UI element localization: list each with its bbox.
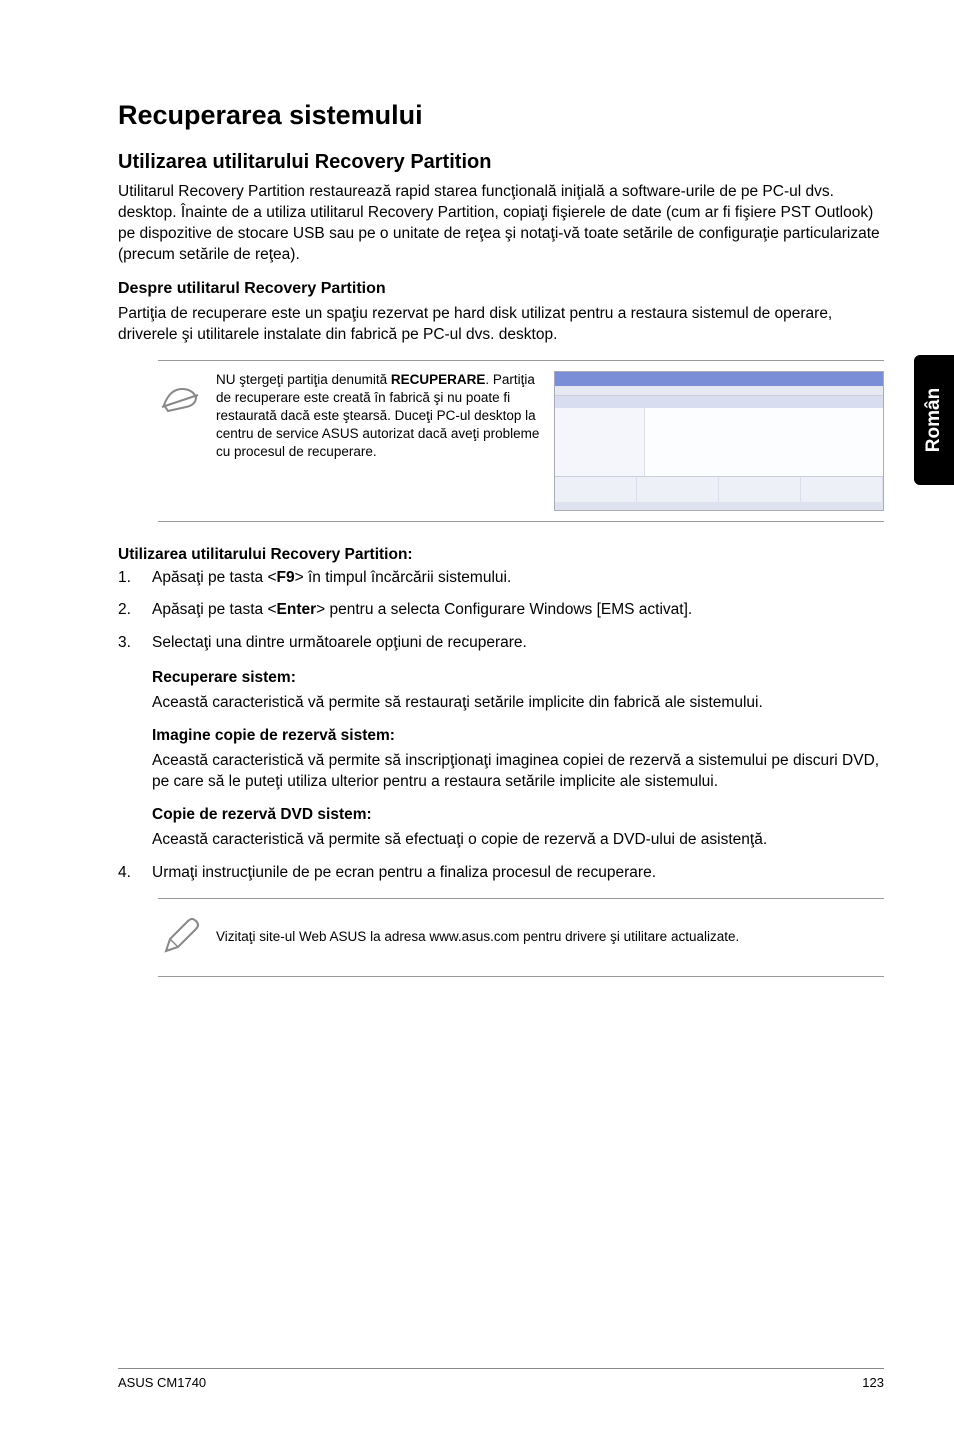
section-heading-usage: Utilizarea utilitarului Recovery Partiti… bbox=[118, 151, 884, 174]
section-heading-about: Despre utilitarul Recovery Partition bbox=[118, 280, 884, 298]
note-icon bbox=[158, 371, 202, 424]
footer-page-number: 123 bbox=[862, 1375, 884, 1390]
step-2-key: Enter bbox=[277, 601, 317, 618]
option-1: Recuperare sistem: Această caracteristic… bbox=[152, 668, 884, 714]
note-website-text: Vizitaţi site-ul Web ASUS la adresa www.… bbox=[216, 928, 884, 946]
note-text-pre: NU ştergeţi partiţia denumită bbox=[216, 372, 391, 387]
step-2-text-c: > pentru a selecta Configurare Windows [… bbox=[316, 601, 692, 618]
option-1-body: Această caracteristică vă permite să res… bbox=[152, 693, 884, 714]
page-footer: ASUS CM1740 123 bbox=[118, 1368, 884, 1390]
option-3-body: Această caracteristică vă permite să efe… bbox=[152, 830, 884, 851]
step-1: Apăsaţi pe tasta <F9> în timpul încărcăr… bbox=[118, 568, 884, 589]
footer-model: ASUS CM1740 bbox=[118, 1375, 206, 1390]
intro-paragraph: Utilitarul Recovery Partition restaureaz… bbox=[118, 182, 884, 266]
option-3-title: Copie de rezervă DVD sistem: bbox=[152, 805, 884, 826]
about-paragraph: Partiţia de recuperare este un spaţiu re… bbox=[118, 304, 884, 346]
option-1-title: Recuperare sistem: bbox=[152, 668, 884, 689]
option-2-title: Imagine copie de rezervă sistem: bbox=[152, 726, 884, 747]
step-2: Apăsaţi pe tasta <Enter> pentru a select… bbox=[118, 600, 884, 621]
step-3: Selectaţi una dintre următoarele opţiuni… bbox=[118, 633, 884, 654]
steps-list-continued: Urmaţi instrucţiunile de pe ecran pentru… bbox=[118, 863, 884, 884]
disk-management-screenshot bbox=[554, 371, 884, 511]
note-text: NU ştergeţi partiţia denumită RECUPERARE… bbox=[216, 371, 540, 462]
page-title: Recuperarea sistemului bbox=[118, 100, 884, 131]
option-2-body: Această caracteristică vă permite să ins… bbox=[152, 751, 884, 793]
steps-heading: Utilizarea utilitarului Recovery Partiti… bbox=[118, 546, 884, 564]
step-1-text-c: > în timpul încărcării sistemului. bbox=[295, 569, 512, 586]
pencil-icon bbox=[158, 911, 202, 964]
step-1-text-a: Apăsaţi pe tasta < bbox=[152, 569, 277, 586]
option-3: Copie de rezervă DVD sistem: Această car… bbox=[152, 805, 884, 851]
note-box-website: Vizitaţi site-ul Web ASUS la adresa www.… bbox=[158, 898, 884, 977]
step-4: Urmaţi instrucţiunile de pe ecran pentru… bbox=[118, 863, 884, 884]
steps-list: Apăsaţi pe tasta <F9> în timpul încărcăr… bbox=[118, 568, 884, 655]
step-2-text-a: Apăsaţi pe tasta < bbox=[152, 601, 277, 618]
note-text-bold: RECUPERARE bbox=[391, 372, 486, 387]
step-1-key: F9 bbox=[277, 569, 295, 586]
option-2: Imagine copie de rezervă sistem: Această… bbox=[152, 726, 884, 793]
note-box-do-not-delete: NU ştergeţi partiţia denumită RECUPERARE… bbox=[158, 360, 884, 522]
page-content: Recuperarea sistemului Utilizarea utilit… bbox=[0, 0, 954, 977]
